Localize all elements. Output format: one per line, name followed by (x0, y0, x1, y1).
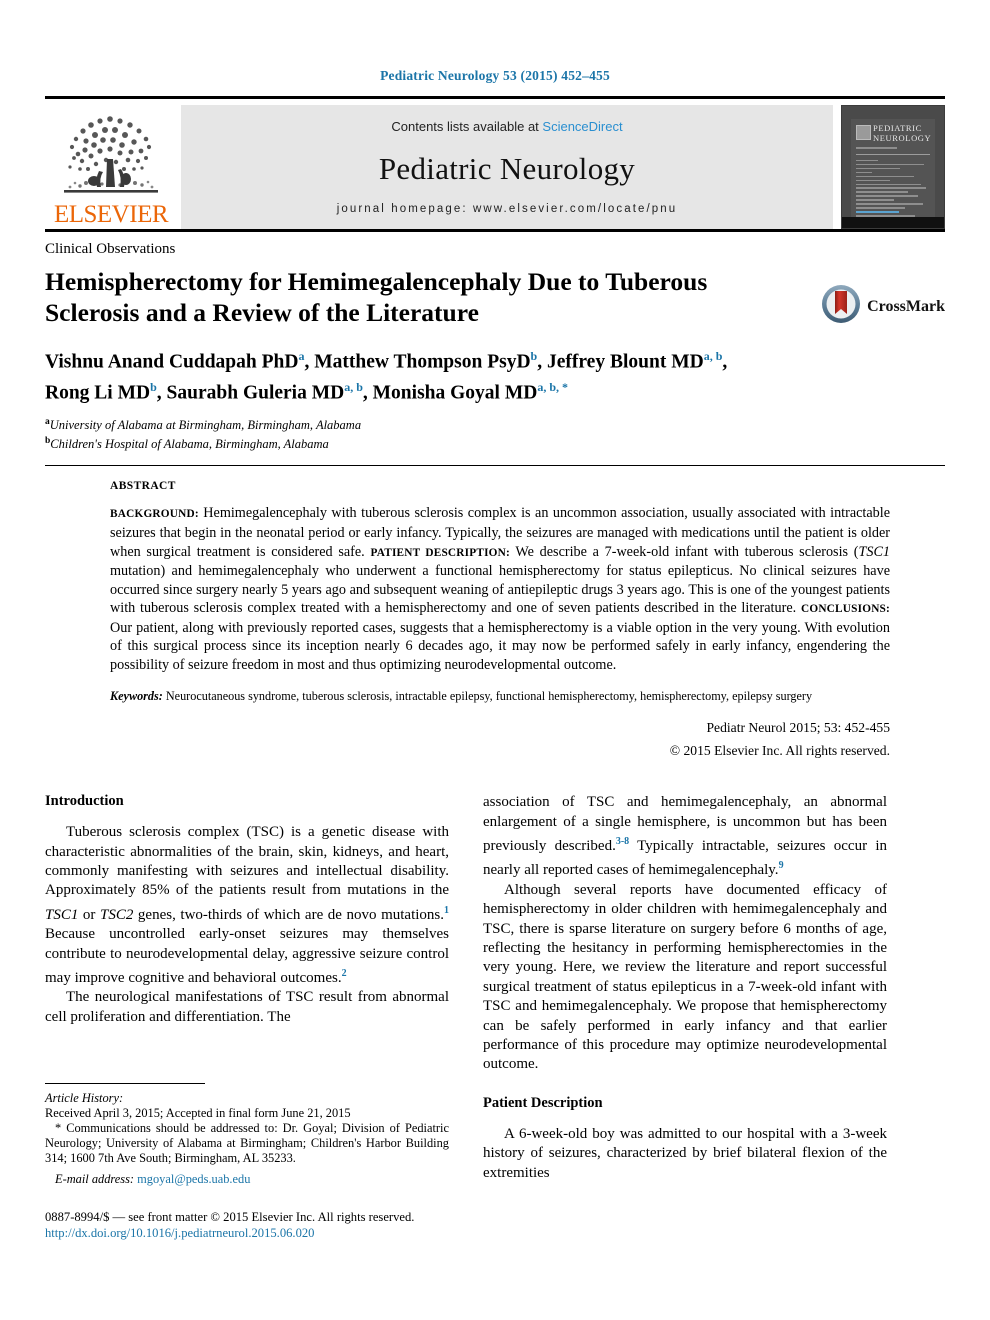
article-type-kicker: Clinical Observations (45, 241, 176, 257)
email-label: E-mail address: (55, 1172, 135, 1186)
page-title: Hemispherectomy for Hemimegalencephaly D… (45, 267, 708, 327)
article-history-text: Received April 3, 2015; Accepted in fina… (45, 1106, 351, 1120)
heading-introduction: Introduction (45, 793, 124, 810)
paragraph-intro-2: The neurological manifestations of TSC r… (45, 989, 449, 1025)
citation-ref-9[interactable]: 9 (779, 860, 784, 871)
email-link[interactable]: mgoyal@peds.uab.edu (137, 1172, 250, 1186)
journal-cover-thumbnail[interactable]: PEDIATRIC NEUROLOGY (841, 105, 945, 229)
abstract-heading: ABSTRACT (110, 480, 176, 493)
author-4-affil[interactable]: b (150, 380, 157, 394)
author-sep-2: , Jeffrey Blount MD (537, 351, 704, 373)
author-sep-1: , Matthew Thompson PsyD (304, 351, 531, 373)
title-bottom-rule (45, 465, 945, 467)
banner-center: Contents lists available at ScienceDirec… (181, 105, 833, 229)
journal-title: Pediatric Neurology (378, 150, 636, 186)
affiliation-b-text: Children's Hospital of Alabama, Birmingh… (50, 436, 329, 451)
affiliation-a: aUniversity of Alabama at Birmingham, Bi… (45, 415, 945, 434)
column-right: association of TSC and hemimegalencephal… (483, 793, 887, 1183)
paragraph-right-1: association of TSC and hemimegalencephal… (483, 793, 887, 881)
intro-p1-a: Tuberous sclerosis complex (TSC) is a ge… (45, 824, 449, 899)
author-sep-4: , Saurabh Guleria MD (156, 382, 345, 403)
crossmark-icon (821, 284, 861, 329)
intro-p1-b: or (78, 906, 100, 923)
paragraph-right-3: A 6-week-old boy was admitted to our hos… (483, 1125, 887, 1181)
gene-tsc2: TSC2 (100, 906, 134, 923)
paragraph-right-2: Although several reports have documented… (483, 881, 887, 1073)
author-4: Rong Li MD (45, 382, 151, 403)
abstract-gutter (45, 480, 110, 759)
author-sep-5: , Monisha Goyal MD (362, 382, 538, 403)
citation-line: Pediatr Neurol 2015; 53: 452-455 (706, 720, 891, 736)
footnote-zone: Article History: Received April 3, 2015;… (45, 1083, 449, 1187)
article-history-label: Article History: (45, 1091, 124, 1105)
author-6-affil[interactable]: a, b, * (537, 380, 568, 394)
doi-link[interactable]: http://dx.doi.org/10.1016/j.pediatrneuro… (45, 1226, 515, 1242)
intro-p1-d: Because uncontrolled early-onset seizure… (45, 926, 449, 986)
article-page: Pediatric Neurology 53 (2015) 452–455 EL… (0, 0, 990, 1320)
abstract-label-conclusions: CONCLUSIONS: (800, 603, 890, 616)
elsevier-tree-icon (52, 111, 170, 201)
running-head: Pediatric Neurology 53 (2015) 452–455 (380, 68, 610, 83)
elsevier-wordmark: ELSEVIER (53, 201, 169, 228)
author-3-affil[interactable]: a, b (704, 349, 723, 363)
abstract-gene-italic: TSC1 (858, 543, 891, 560)
correspondence-note: * Communications should be addressed to:… (45, 1121, 449, 1165)
citation-ref-1[interactable]: 1 (444, 905, 449, 916)
paragraph-intro-1: Tuberous sclerosis complex (TSC) is a ge… (45, 823, 449, 988)
copyright-line: © 2015 Elsevier Inc. All rights reserved… (669, 743, 890, 759)
crossmark-label: CrossMark (867, 297, 945, 315)
cover-title: PEDIATRIC NEUROLOGY (873, 123, 932, 143)
abstract-patient-pre: We describe a 7-week-old infant with tub… (509, 543, 859, 560)
abstract-conclusions-text: Our patient, along with previously repor… (110, 619, 890, 674)
affiliation-b: bChildren's Hospital of Alabama, Birming… (45, 434, 945, 453)
sciencedirect-link[interactable]: ScienceDirect (542, 119, 622, 134)
abstract-section: ABSTRACT BACKGROUND: Hemimegalencephaly … (45, 480, 945, 759)
crossmark-badge[interactable]: CrossMark (821, 284, 945, 329)
abstract-patient-post: mutation) and hemimegalencephaly who und… (110, 563, 890, 617)
keywords-text: Neurocutaneous syndrome, tuberous sclero… (162, 688, 813, 703)
journal-banner: ELSEVIER Contents lists available at Sci… (45, 96, 945, 229)
citation-ref-2[interactable]: 2 (342, 968, 347, 979)
contents-available-line: Contents lists available at ScienceDirec… (391, 119, 622, 134)
abstract-body: ABSTRACT BACKGROUND: Hemimegalencephaly … (110, 480, 945, 759)
abstract-label-background: BACKGROUND: (110, 508, 199, 521)
heading-patient-description: Patient Description (483, 1094, 603, 1111)
keywords-line: Keywords: Neurocutaneous syndrome, tuber… (110, 689, 890, 705)
affiliations: aUniversity of Alabama at Birmingham, Bi… (45, 415, 945, 452)
cover-badge-icon (856, 125, 871, 140)
citation-ref-3-8[interactable]: 3-8 (616, 836, 629, 847)
issn-line: 0887-8994/$ — see front matter © 2015 El… (45, 1210, 415, 1224)
intro-p1-c: genes, two-thirds of which are de novo m… (133, 906, 444, 923)
elsevier-logo: ELSEVIER (45, 105, 177, 229)
author-sep-3: , (722, 351, 728, 373)
gene-tsc1: TSC1 (45, 906, 79, 923)
contents-prefix: Contents lists available at (391, 119, 543, 134)
author-list: Vishnu Anand Cuddapah PhDa, Matthew Thom… (45, 344, 835, 405)
banner-bottom-rule (45, 229, 945, 232)
cover-inner: PEDIATRIC NEUROLOGY (851, 119, 935, 225)
author-5-affil[interactable]: a, b (344, 380, 363, 394)
issn-block: 0887-8994/$ — see front matter © 2015 El… (45, 1210, 515, 1241)
footnote-rule (45, 1083, 205, 1084)
keywords-label: Keywords: (110, 688, 163, 703)
abstract-label-patient: PATIENT DESCRIPTION: (370, 546, 510, 559)
cover-bottom-bar (842, 217, 944, 228)
affiliation-a-text: University of Alabama at Birmingham, Bir… (49, 418, 362, 433)
email-line: E-mail address: mgoyal@peds.uab.edu (45, 1172, 449, 1187)
journal-homepage-link[interactable]: journal homepage: www.elsevier.com/locat… (337, 203, 678, 215)
author-1: Vishnu Anand Cuddapah PhD (45, 351, 299, 373)
abstract-text: BACKGROUND: Hemimegalencephaly with tube… (110, 504, 890, 674)
